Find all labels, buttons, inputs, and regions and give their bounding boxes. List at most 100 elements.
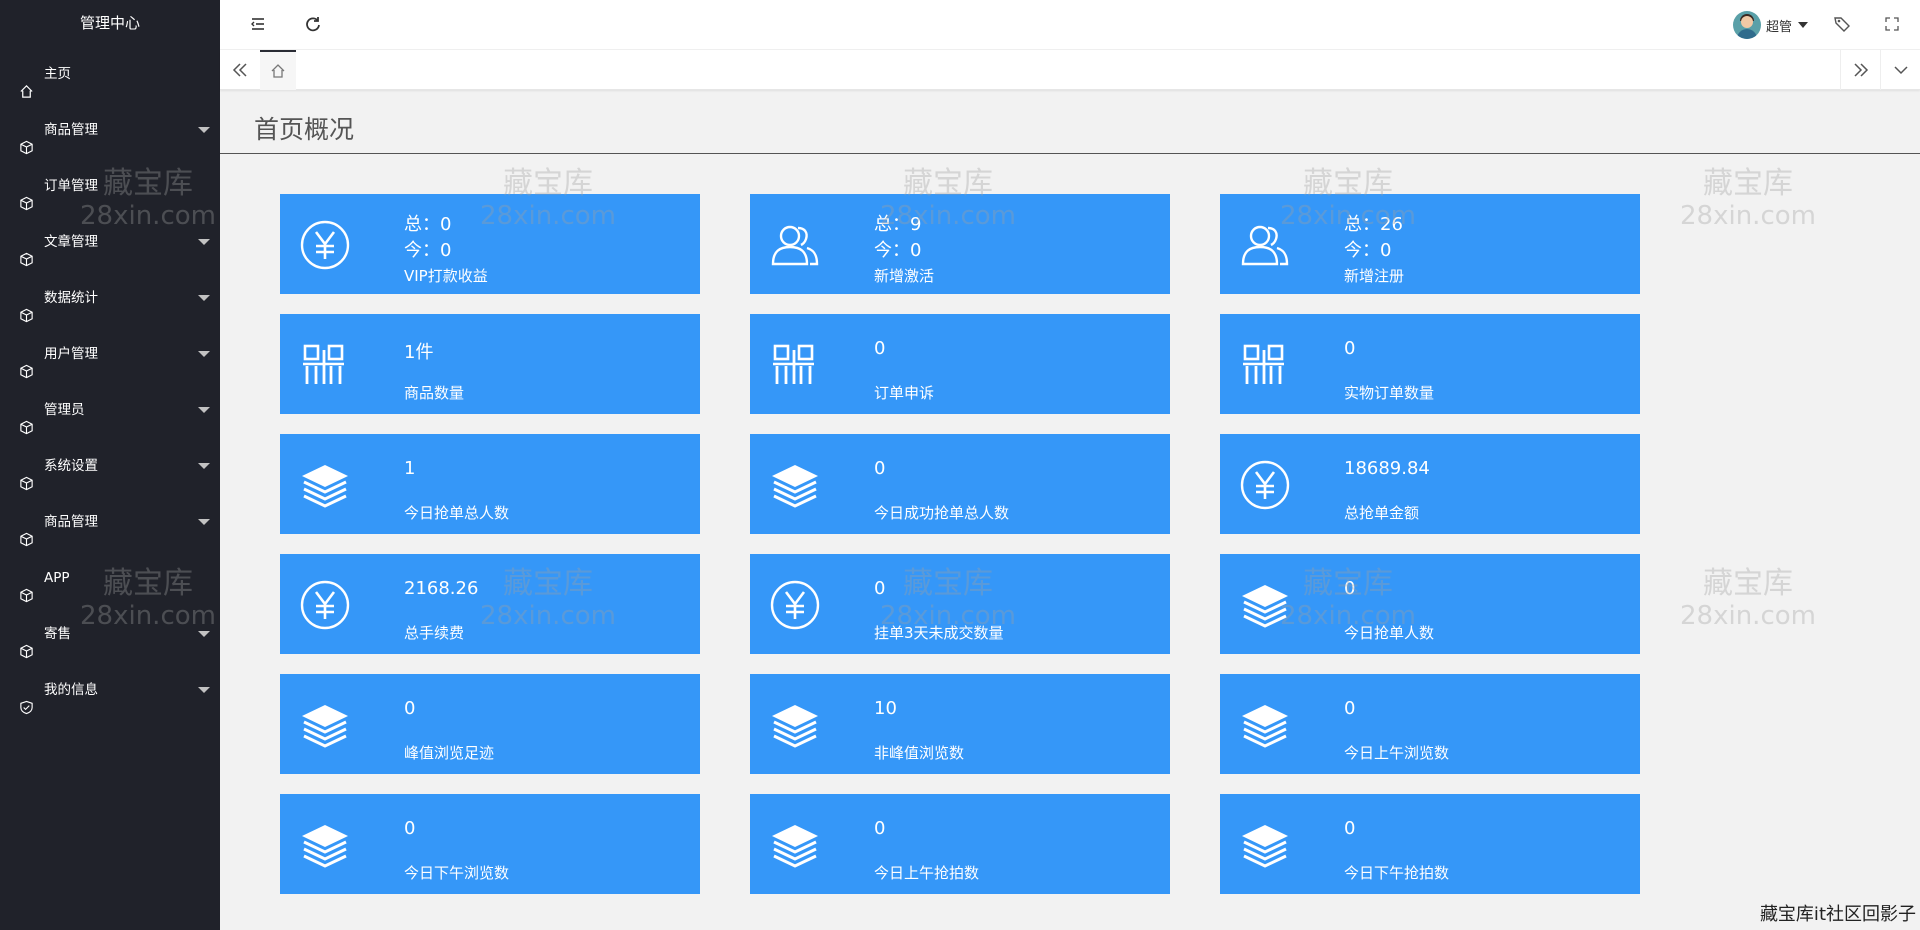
stat-card[interactable]: 0 实物订单数量: [1220, 314, 1640, 414]
sidebar-item-label: 用户管理: [44, 346, 98, 362]
theme-button[interactable]: [1832, 14, 1852, 34]
tab-options-button[interactable]: [1880, 50, 1920, 90]
stat-label: 今日成功抢单总人数: [874, 504, 1010, 522]
caret-down-icon: [198, 127, 210, 133]
cube-icon: [19, 291, 34, 323]
cube-icon: [19, 459, 34, 491]
sidebar-item-5[interactable]: 用户管理: [0, 326, 220, 382]
stat-card[interactable]: 总：9 今：0 新增激活: [750, 194, 1170, 294]
sidebar-item-label: 系统设置: [44, 458, 98, 474]
stat-label: 总抢单金额: [1344, 504, 1420, 522]
stat-card[interactable]: 0 今日上午浏览数: [1220, 674, 1640, 774]
stat-label: 今日抢单人数: [1344, 624, 1435, 642]
cube-icon: [19, 515, 34, 547]
stat-label: 今日上午抢拍数: [874, 864, 980, 882]
stat-card[interactable]: 0 今日上午抢拍数: [750, 794, 1170, 894]
stat-card[interactable]: 0 今日下午抢拍数: [1220, 794, 1640, 894]
layers-icon: [300, 820, 350, 870]
user-menu[interactable]: 超管: [1732, 10, 1808, 40]
tab-scroll-right-button[interactable]: [1840, 50, 1880, 90]
sidebar-item-label: 管理员: [44, 402, 85, 418]
stat-card[interactable]: 总：0 今：0 VIP打款收益: [280, 194, 700, 294]
layers-icon: [300, 700, 350, 750]
sidebar-item-4[interactable]: 数据统计: [0, 270, 220, 326]
tab-bar: [220, 50, 1920, 90]
sidebar: 管理中心 主页 商品管理 订单管理 文章管理 数据统计 用户管理 管理员 系统设置 商品管理 AP…: [0, 0, 220, 930]
layers-icon: [1240, 820, 1290, 870]
layers-icon: [770, 820, 820, 870]
stat-value: 0: [874, 338, 886, 359]
caret-down-icon: [198, 239, 210, 245]
cube-icon: [19, 627, 34, 659]
stat-label: 实物订单数量: [1344, 384, 1435, 402]
stat-label: 挂单3天未成交数量: [874, 624, 1004, 642]
stat-card[interactable]: 1件 商品数量: [280, 314, 700, 414]
sidebar-nav: 主页 商品管理 订单管理 文章管理 数据统计 用户管理 管理员 系统设置 商品管理 APP 寄售 我的…: [0, 46, 220, 718]
stat-value: 0: [874, 578, 886, 599]
sidebar-item-0[interactable]: 主页: [0, 46, 220, 102]
caret-down-icon: [198, 351, 210, 357]
cube-icon: [19, 235, 34, 267]
stat-card[interactable]: 10 非峰值浏览数: [750, 674, 1170, 774]
stat-label: 峰值浏览足迹: [404, 744, 495, 762]
stat-value: 10: [874, 698, 897, 719]
stat-label: 订单申诉: [874, 384, 935, 402]
sidebar-item-11[interactable]: 我的信息: [0, 662, 220, 718]
stat-value: 18689.84: [1344, 458, 1430, 479]
double-chevron-right-icon: [1853, 63, 1868, 77]
layers-icon: [770, 700, 820, 750]
stat-total: 总：9: [874, 214, 922, 235]
caret-down-icon: [198, 463, 210, 469]
sidebar-item-label: 主页: [44, 66, 71, 82]
sidebar-item-6[interactable]: 管理员: [0, 382, 220, 438]
top-header: 超管: [220, 0, 1920, 50]
sidebar-item-2[interactable]: 订单管理: [0, 158, 220, 214]
layers-icon: [770, 460, 820, 510]
menu-collapse-button[interactable]: [248, 14, 268, 34]
stat-label: 新增注册: [1344, 267, 1405, 285]
tab-home[interactable]: [260, 50, 296, 90]
yen-icon: [770, 580, 820, 630]
sidebar-item-7[interactable]: 系统设置: [0, 438, 220, 494]
stat-label: 今日下午抢拍数: [1344, 864, 1450, 882]
stat-card[interactable]: 总：26 今：0 新增注册: [1220, 194, 1640, 294]
stat-total: 总：0: [404, 214, 452, 235]
users-icon: [1240, 220, 1290, 270]
double-chevron-left-icon: [232, 63, 247, 77]
stat-value: 0: [874, 458, 886, 479]
sidebar-item-label: 商品管理: [44, 514, 98, 530]
fullscreen-button[interactable]: [1882, 14, 1902, 34]
stat-label: 总手续费: [404, 624, 465, 642]
cube-icon: [19, 179, 34, 211]
footer-watermark: 藏宝库it社区回影子: [1759, 904, 1916, 925]
refresh-button[interactable]: [303, 14, 323, 34]
stat-value: 1件: [404, 342, 434, 363]
stat-card[interactable]: 0 订单申诉: [750, 314, 1170, 414]
stat-today: 今：0: [404, 240, 452, 261]
sidebar-item-3[interactable]: 文章管理: [0, 214, 220, 270]
stat-card[interactable]: 0 今日下午浏览数: [280, 794, 700, 894]
stat-card[interactable]: 0 峰值浏览足迹: [280, 674, 700, 774]
yen-icon: [1240, 460, 1290, 510]
stat-card[interactable]: 1 今日抢单总人数: [280, 434, 700, 534]
stat-card[interactable]: 0 今日成功抢单总人数: [750, 434, 1170, 534]
stat-card[interactable]: 18689.84 总抢单金额: [1220, 434, 1640, 534]
sidebar-item-8[interactable]: 商品管理: [0, 494, 220, 550]
stat-card[interactable]: 2168.26 总手续费: [280, 554, 700, 654]
stat-card[interactable]: 0 今日抢单人数: [1220, 554, 1640, 654]
sidebar-item-10[interactable]: 寄售: [0, 606, 220, 662]
stat-value: 0: [1344, 818, 1356, 839]
stat-label: 今日上午浏览数: [1344, 744, 1450, 762]
chevron-down-icon: [1893, 66, 1908, 75]
page-title: 首页概况: [254, 115, 355, 144]
sidebar-item-9[interactable]: APP: [0, 550, 220, 606]
sidebar-item-1[interactable]: 商品管理: [0, 102, 220, 158]
stat-label: VIP打款收益: [404, 267, 488, 285]
tab-scroll-left-button[interactable]: [220, 50, 260, 90]
stat-label: 新增激活: [874, 267, 935, 285]
layers-icon: [300, 460, 350, 510]
stat-label: 非峰值浏览数: [874, 744, 965, 762]
stat-card[interactable]: 0 挂单3天未成交数量: [750, 554, 1170, 654]
yen-icon: [300, 220, 350, 270]
stat-label: 今日下午浏览数: [404, 864, 510, 882]
